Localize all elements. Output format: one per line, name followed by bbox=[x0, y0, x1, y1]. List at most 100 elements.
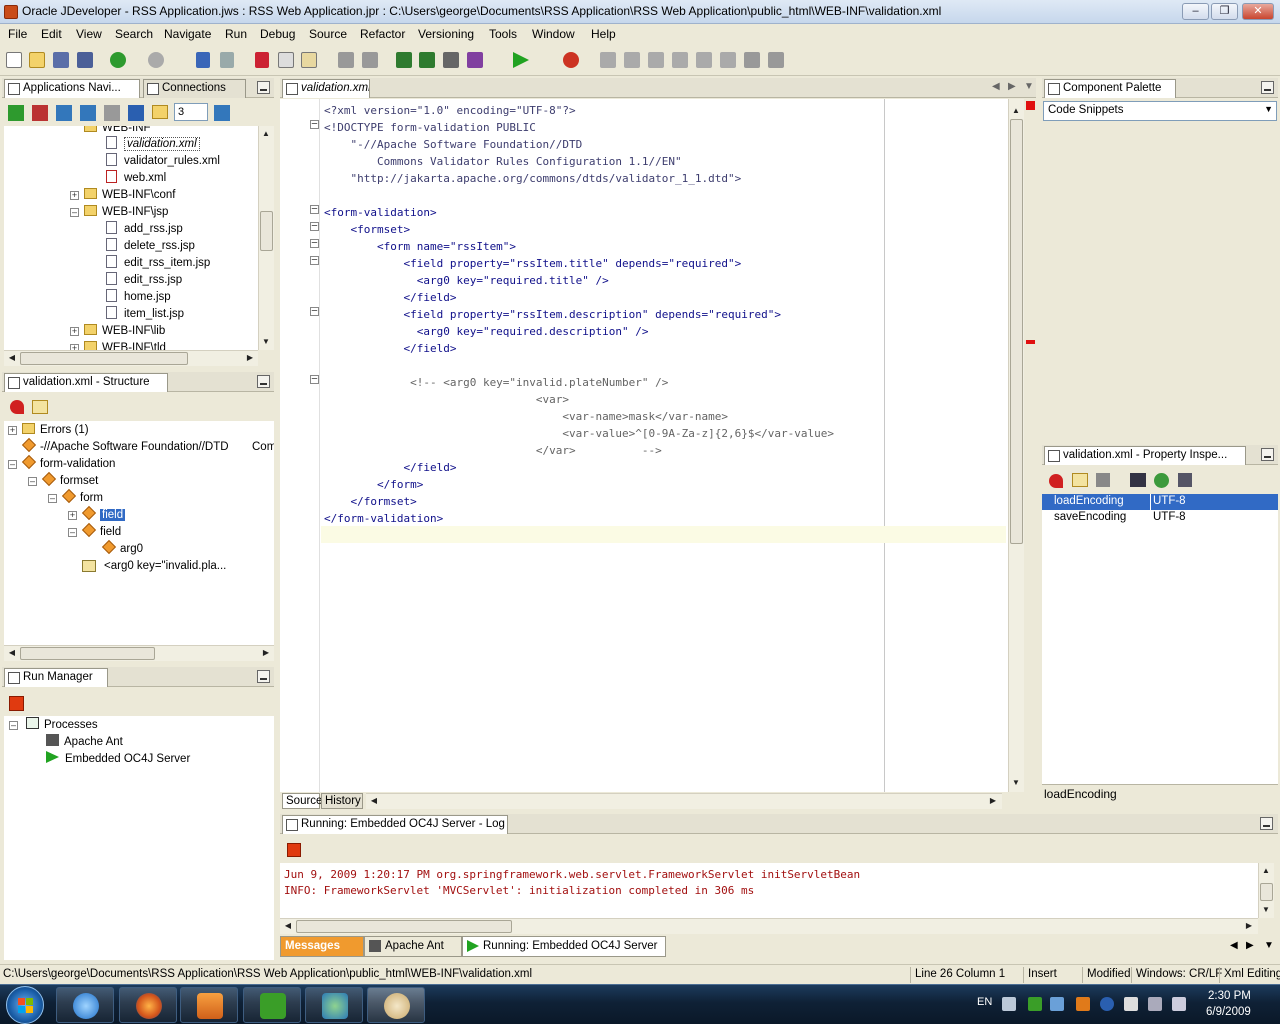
menu-search[interactable]: Search bbox=[115, 27, 153, 41]
minimize-property-inspector-button[interactable] bbox=[1261, 448, 1274, 461]
tree-node-delete-rss-jsp[interactable]: delete_rss.jsp bbox=[106, 238, 195, 255]
stop-icon[interactable] bbox=[744, 52, 760, 68]
menu-tools[interactable]: Tools bbox=[489, 27, 517, 41]
taskbar-firefox[interactable] bbox=[119, 987, 177, 1023]
cut-icon[interactable] bbox=[255, 52, 269, 68]
scroll-left-arrow[interactable]: ◀ bbox=[367, 794, 381, 808]
maximize-button[interactable]: ❐ bbox=[1211, 3, 1238, 20]
tree-node-edit-rss-jsp[interactable]: edit_rss.jsp bbox=[106, 272, 182, 289]
collapse-toggle[interactable]: – bbox=[8, 460, 17, 469]
fold-toggle[interactable]: – bbox=[310, 205, 319, 214]
open-icon[interactable] bbox=[29, 52, 45, 68]
expand-toggle[interactable]: + bbox=[8, 426, 17, 435]
scroll-up-arrow[interactable]: ▲ bbox=[1009, 104, 1023, 118]
tab-list-icon[interactable]: ▼ bbox=[1024, 81, 1034, 92]
close-button[interactable]: ✕ bbox=[1242, 3, 1274, 20]
tree-node-edit-rss-item-jsp[interactable]: edit_rss_item.jsp bbox=[106, 255, 210, 272]
menu-help[interactable]: Help bbox=[591, 27, 616, 41]
add-icon[interactable] bbox=[8, 105, 24, 121]
tree-node-web-inf-jsp[interactable]: WEB-INF\jsp bbox=[84, 204, 168, 221]
tabs-scroll-left-icon[interactable]: ◀ bbox=[1230, 940, 1238, 951]
collapse-toggle[interactable]: – bbox=[48, 494, 57, 503]
menu-edit[interactable]: Edit bbox=[41, 27, 62, 41]
menu-view[interactable]: View bbox=[76, 27, 102, 41]
collapse-toggle[interactable]: – bbox=[28, 477, 37, 486]
run-to-cursor-icon[interactable] bbox=[696, 52, 712, 68]
utorrent-tray-icon[interactable] bbox=[1028, 997, 1042, 1011]
action-center-flag-icon[interactable] bbox=[1124, 997, 1138, 1011]
scroll-thumb[interactable] bbox=[260, 211, 273, 251]
tab-history[interactable]: History bbox=[321, 793, 363, 809]
menu-run[interactable]: Run bbox=[225, 27, 247, 41]
scroll-right-arrow[interactable]: ▶ bbox=[986, 794, 1000, 808]
scroll-right-arrow[interactable]: ▶ bbox=[259, 646, 273, 660]
palette-category-select[interactable]: Code Snippets ▼ bbox=[1043, 101, 1277, 121]
tree-node-validation-xml[interactable]: validation.xml bbox=[106, 136, 200, 153]
debug-icon[interactable] bbox=[563, 52, 579, 68]
folder-icon[interactable] bbox=[152, 105, 168, 119]
menu-file[interactable]: File bbox=[8, 27, 27, 41]
volume-icon[interactable] bbox=[1172, 997, 1186, 1011]
tab-connections[interactable]: Connections bbox=[143, 79, 246, 98]
structure-node-doctype[interactable]: -//Apache Software Foundation//DTD Comm bbox=[21, 437, 274, 456]
scroll-right-arrow[interactable]: ▶ bbox=[243, 351, 257, 365]
tree-node-home-jsp[interactable]: home.jsp bbox=[106, 289, 171, 306]
expand-toggle[interactable]: + bbox=[70, 327, 79, 336]
tab-component-palette[interactable]: Component Palette bbox=[1044, 79, 1176, 98]
property-value[interactable]: UTF-8 bbox=[1153, 511, 1186, 523]
tree-node-web-xml[interactable]: web.xml bbox=[106, 170, 166, 187]
undo-icon[interactable] bbox=[196, 52, 210, 68]
fold-toggle[interactable]: – bbox=[310, 120, 319, 129]
tabs-list-icon[interactable]: ▼ bbox=[1264, 940, 1274, 951]
fold-toggle[interactable]: – bbox=[310, 256, 319, 265]
menu-window[interactable]: Window bbox=[532, 27, 575, 41]
rebuild-icon[interactable] bbox=[419, 52, 435, 68]
scroll-right-arrow[interactable]: ▶ bbox=[1242, 919, 1256, 933]
tree-node-web-inf-tld[interactable]: WEB-INF\tld bbox=[84, 340, 166, 350]
step-into-icon[interactable] bbox=[624, 52, 640, 68]
menu-source[interactable]: Source bbox=[309, 27, 347, 41]
structure-horizontal-scrollbar[interactable]: ◀ ▶ bbox=[4, 645, 274, 661]
structure-node-formset[interactable]: formset bbox=[41, 471, 98, 490]
tab-scroll-right-icon[interactable]: ▶ bbox=[1008, 81, 1016, 92]
save-all-icon[interactable] bbox=[77, 52, 93, 68]
scroll-left-arrow[interactable]: ◀ bbox=[5, 646, 19, 660]
tab-source[interactable]: Source bbox=[282, 793, 322, 809]
minimize-button[interactable]: – bbox=[1182, 3, 1209, 20]
keyboard-icon[interactable] bbox=[1002, 997, 1016, 1011]
comment-icon[interactable] bbox=[338, 52, 354, 68]
scroll-up-arrow[interactable]: ▲ bbox=[259, 127, 273, 141]
process-node-embedded-oc4j[interactable]: Embedded OC4J Server bbox=[46, 751, 190, 768]
pin-icon[interactable] bbox=[1049, 474, 1063, 488]
structure-node-form[interactable]: form bbox=[61, 488, 103, 507]
scroll-up-arrow[interactable]: ▲ bbox=[1259, 864, 1273, 878]
clock-date[interactable]: 6/9/2009 bbox=[1206, 1006, 1251, 1018]
minimize-structure-button[interactable] bbox=[257, 375, 270, 388]
menu-refactor[interactable]: Refactor bbox=[360, 27, 405, 41]
tree-node-item-list-jsp[interactable]: item_list.jsp bbox=[106, 306, 184, 323]
structure-node-comment[interactable]: <arg0 key="invalid.pla... bbox=[82, 558, 226, 575]
find-icon[interactable] bbox=[56, 105, 72, 121]
uncomment-icon[interactable] bbox=[362, 52, 378, 68]
collapse-toggle[interactable]: – bbox=[70, 208, 79, 217]
properties-icon[interactable] bbox=[104, 105, 120, 121]
step-over-icon[interactable] bbox=[600, 52, 616, 68]
minimize-palette-button[interactable] bbox=[1261, 81, 1274, 94]
clock-time[interactable]: 2:30 PM bbox=[1208, 990, 1251, 1002]
tab-structure[interactable]: validation.xml - Structure bbox=[4, 373, 168, 392]
new-icon[interactable] bbox=[6, 52, 22, 68]
tab-property-inspector[interactable]: validation.xml - Property Inspe... bbox=[1044, 446, 1246, 465]
info-icon[interactable] bbox=[1100, 997, 1114, 1011]
refresh-icon[interactable] bbox=[80, 105, 96, 121]
fold-toggle[interactable]: – bbox=[310, 307, 319, 316]
tab-oc4j-log[interactable]: Running: Embedded OC4J Server - Log bbox=[282, 815, 508, 834]
code-editor[interactable]: – – – – – – – <?xml version="1.0" encodi… bbox=[280, 99, 1008, 792]
minimize-log-button[interactable] bbox=[1260, 817, 1273, 830]
deploy-icon[interactable] bbox=[467, 52, 483, 68]
taskbar-jdeveloper[interactable] bbox=[367, 987, 425, 1023]
scroll-down-arrow[interactable]: ▼ bbox=[259, 335, 273, 349]
structure-node-arg0[interactable]: arg0 bbox=[101, 539, 143, 558]
save-icon[interactable] bbox=[53, 52, 69, 68]
run-icon[interactable] bbox=[513, 52, 529, 68]
find-icon[interactable] bbox=[1130, 473, 1146, 487]
